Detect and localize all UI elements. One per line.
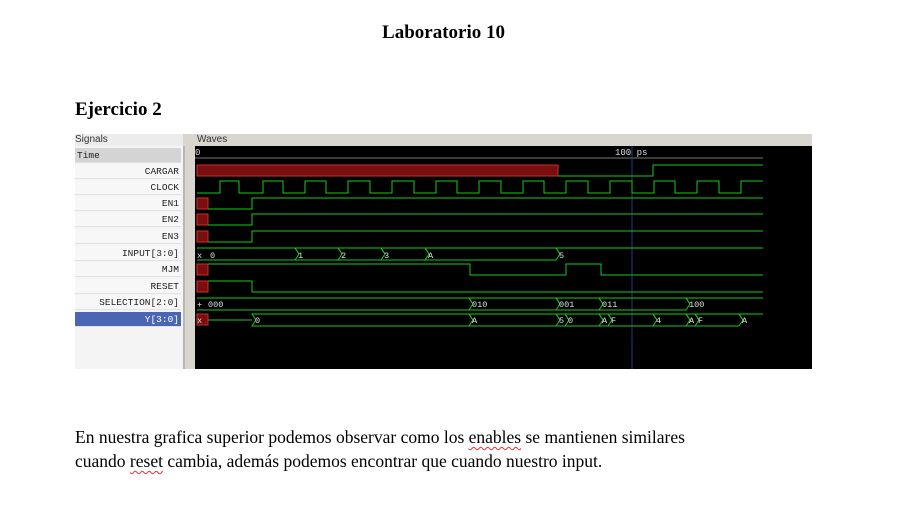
body-paragraph: En nuestra grafica superior podemos obse…: [75, 425, 835, 473]
time-start-label: 0: [195, 148, 200, 158]
signal-row-selected[interactable]: Y[3:0]: [75, 312, 181, 327]
waveform-viewer: Signals Time CARGAR CLOCK EN1 EN2 EN3 IN…: [75, 134, 812, 369]
selection-value: 010: [472, 300, 487, 310]
paragraph-line: En nuestra grafica superior podemos obse…: [75, 427, 685, 447]
y-value: 0: [255, 316, 260, 326]
selection-value: 100: [689, 300, 704, 310]
input-value: 5: [559, 251, 564, 261]
y-value: F: [698, 316, 703, 326]
waves-label: Waves: [197, 134, 228, 145]
y-value: A: [689, 316, 695, 326]
document-title: Laboratorio 10: [382, 22, 505, 43]
y-value: A: [602, 316, 608, 326]
signals-label: Signals: [75, 134, 108, 145]
signal-row[interactable]: EN2: [75, 212, 181, 227]
signal-row[interactable]: SELECTION[2:0]: [75, 295, 181, 310]
signal-row[interactable]: EN1: [75, 196, 181, 211]
signal-row[interactable]: INPUT[3:0]: [75, 246, 181, 261]
paragraph-line: cuando reset cambia, además podemos enco…: [75, 451, 603, 471]
y-value: A: [472, 316, 478, 326]
y-value: F: [611, 316, 616, 326]
selection-value: +: [197, 300, 202, 310]
waveform-canvas: 0 100 ps x 0 1 2 3 A 5 + 000 010 001 011…: [195, 146, 812, 369]
input-value: 0: [210, 251, 215, 261]
signals-list: Time CARGAR CLOCK EN1 EN2 EN3 INPUT[3:0]…: [75, 146, 185, 369]
signal-row[interactable]: CLOCK: [75, 180, 181, 195]
y-value: 5: [559, 316, 564, 326]
input-value: 1: [298, 251, 303, 261]
y-value: 4: [656, 316, 661, 326]
y-value: 0: [568, 316, 573, 326]
selection-value: 001: [559, 300, 574, 310]
waves-panel[interactable]: 0 100 ps x 0 1 2 3 A 5 + 000 010 001 011…: [195, 146, 812, 369]
signal-row[interactable]: RESET: [75, 279, 181, 294]
time-marker-label: 100 ps: [615, 148, 647, 158]
input-value: 3: [384, 251, 389, 261]
signal-row[interactable]: EN3: [75, 229, 181, 244]
selection-value: 000: [208, 300, 223, 310]
selection-value: 011: [602, 300, 617, 310]
input-value: A: [428, 251, 434, 261]
y-value: x: [197, 316, 202, 326]
signal-row[interactable]: MJM: [75, 262, 181, 277]
signal-row[interactable]: CARGAR: [75, 164, 181, 179]
input-value: x: [197, 251, 202, 261]
signal-row[interactable]: Time: [75, 148, 181, 163]
input-value: 2: [341, 251, 346, 261]
signals-panel: Signals Time CARGAR CLOCK EN1 EN2 EN3 IN…: [75, 134, 185, 369]
section-heading: Ejercicio 2: [75, 99, 162, 120]
y-value: A: [742, 316, 748, 326]
